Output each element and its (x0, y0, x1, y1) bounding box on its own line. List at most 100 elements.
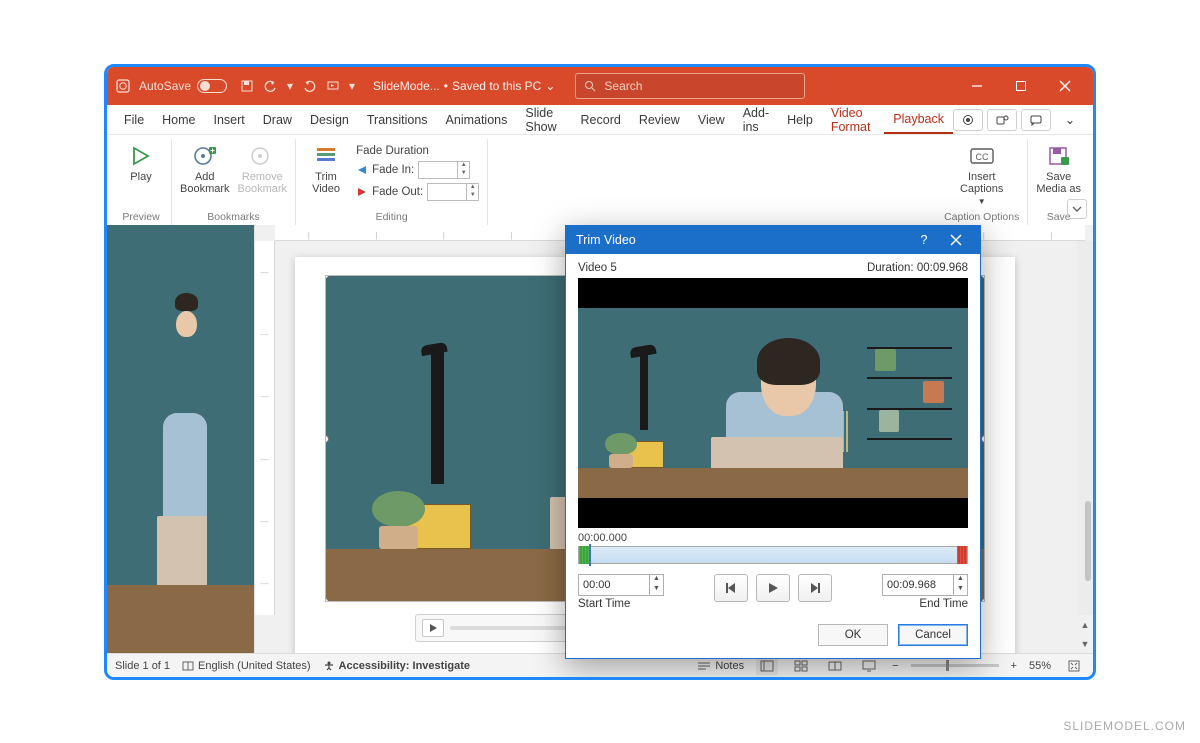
fade-out-field[interactable]: ▲▼ (427, 183, 479, 201)
add-bookmark-button[interactable]: Add Bookmark (180, 141, 230, 209)
toggle-off-icon (197, 79, 227, 93)
spin-up-icon[interactable]: ▲ (650, 575, 663, 585)
playhead-marker[interactable] (589, 544, 591, 566)
fade-duration-group: Fade Duration Fade In: ▲▼ Fade Out: ▲▼ (356, 141, 479, 209)
slide-counter[interactable]: Slide 1 of 1 (115, 660, 170, 672)
video-play-button[interactable] (422, 619, 444, 637)
undo-icon[interactable] (261, 76, 281, 96)
save-icon[interactable] (237, 76, 257, 96)
insert-captions-button[interactable]: CC Insert Captions ▼ (960, 141, 1004, 209)
qat-dropdown-icon[interactable]: ▾ (347, 76, 357, 96)
dialog-close-button[interactable] (942, 226, 970, 254)
tab-video-format[interactable]: Video Format (822, 105, 884, 134)
start-time-field[interactable]: 00:00 ▲▼ (578, 574, 664, 596)
group-editing: Trim Video Fade Duration Fade In: ▲▼ Fad… (296, 139, 488, 225)
comments-icon[interactable] (1021, 109, 1051, 131)
language-indicator[interactable]: English (United States) (182, 660, 311, 672)
spin-down-icon[interactable]: ▼ (954, 585, 967, 595)
app-icon (113, 76, 133, 96)
notes-button[interactable]: Notes (697, 660, 744, 672)
fade-in-field[interactable]: ▲▼ (418, 161, 470, 179)
start-time-label: Start Time (578, 598, 664, 610)
end-time-field[interactable]: 00:09.968 ▲▼ (882, 574, 968, 596)
remove-bookmark-icon (249, 143, 275, 169)
tab-addins[interactable]: Add-ins (734, 105, 778, 134)
tab-playback[interactable]: Playback (884, 105, 953, 134)
tab-draw[interactable]: Draw (254, 105, 301, 134)
window-controls (955, 67, 1087, 105)
tab-slideshow[interactable]: Slide Show (516, 105, 571, 134)
dialog-help-button[interactable]: ? (910, 226, 938, 254)
tab-transitions[interactable]: Transitions (358, 105, 437, 134)
zoom-slider[interactable] (911, 664, 999, 667)
tab-insert[interactable]: Insert (205, 105, 254, 134)
fit-to-window-button[interactable] (1063, 657, 1085, 675)
vertical-ruler: —————— (255, 241, 275, 615)
vertical-scrollbar[interactable] (1077, 241, 1093, 615)
collapse-ribbon-button[interactable] (1067, 199, 1087, 219)
teams-icon[interactable] (987, 109, 1017, 131)
close-button[interactable] (1043, 67, 1087, 105)
camera-icon[interactable] (953, 109, 983, 131)
tab-home[interactable]: Home (153, 105, 204, 134)
save-media-icon (1046, 143, 1072, 169)
trim-timeline[interactable] (578, 546, 968, 564)
tab-animations[interactable]: Animations (437, 105, 517, 134)
dialog-title: Trim Video (576, 233, 636, 247)
zoom-out-button[interactable]: − (892, 660, 898, 672)
prev-slide-button[interactable]: ▲ (1077, 615, 1093, 634)
reading-view-button[interactable] (824, 657, 846, 675)
share-dropdown-icon[interactable]: ⌄ (1055, 109, 1085, 131)
maximize-button[interactable] (999, 67, 1043, 105)
group-preview: Play Preview (111, 139, 172, 225)
sorter-view-button[interactable] (790, 657, 812, 675)
zoom-value[interactable]: 55% (1029, 660, 1051, 672)
ok-button[interactable]: OK (818, 624, 888, 646)
autosave-toggle[interactable]: AutoSave (139, 79, 227, 93)
title-bar: AutoSave ▾ ▾ SlideMode... • Saved to thi… (107, 67, 1093, 105)
next-slide-button[interactable]: ▼ (1077, 634, 1093, 653)
slide-thumbnail-pane[interactable]: 1 ✦ (107, 225, 255, 653)
tab-help[interactable]: Help (778, 105, 822, 134)
video-preview[interactable] (578, 278, 968, 528)
end-time-label: End Time (919, 598, 968, 610)
trim-video-icon (313, 143, 339, 169)
play-pause-button[interactable] (756, 574, 790, 602)
minimize-button[interactable] (955, 67, 999, 105)
trim-start-handle[interactable] (579, 546, 589, 564)
undo-dropdown-icon[interactable]: ▾ (285, 76, 295, 96)
notes-icon (697, 661, 711, 671)
slideshow-view-button[interactable] (858, 657, 880, 675)
tab-review[interactable]: Review (630, 105, 689, 134)
tab-record[interactable]: Record (572, 105, 630, 134)
normal-view-button[interactable] (756, 657, 778, 675)
next-frame-button[interactable] (798, 574, 832, 602)
slide-nav-arrows: ▲ ▼ (1077, 615, 1093, 653)
playhead-time: 00:00.000 (578, 532, 968, 544)
spin-up-icon[interactable]: ▲ (954, 575, 967, 585)
chevron-down-icon: ⌄ (545, 79, 555, 93)
play-button[interactable]: Play (119, 141, 163, 209)
trim-end-handle[interactable] (957, 546, 967, 564)
cancel-button[interactable]: Cancel (898, 624, 968, 646)
accessibility-checker[interactable]: Accessibility: Investigate (323, 660, 470, 672)
from-beginning-icon[interactable] (323, 76, 343, 96)
book-icon (182, 660, 194, 672)
tab-view[interactable]: View (689, 105, 734, 134)
search-input[interactable]: Search (575, 73, 805, 99)
trim-video-button[interactable]: Trim Video (304, 141, 348, 209)
dialog-title-bar[interactable]: Trim Video ? (566, 226, 980, 254)
redo-icon[interactable] (299, 76, 319, 96)
captions-icon: CC (969, 143, 995, 169)
remove-bookmark-button: Remove Bookmark (238, 141, 288, 209)
zoom-in-button[interactable]: + (1011, 660, 1017, 672)
tab-design[interactable]: Design (301, 105, 358, 134)
trim-video-dialog: Trim Video ? Video 5 Duration: 00:09.968 (565, 225, 981, 659)
watermark: SLIDEMODEL.COM (1063, 719, 1186, 733)
prev-frame-button[interactable] (714, 574, 748, 602)
tab-file[interactable]: File (115, 105, 153, 134)
video-name-label: Video 5 (578, 262, 617, 274)
spin-down-icon[interactable]: ▼ (650, 585, 663, 595)
document-title[interactable]: SlideMode... • Saved to this PC ⌄ (373, 79, 555, 93)
slide-thumbnail[interactable] (135, 233, 229, 289)
